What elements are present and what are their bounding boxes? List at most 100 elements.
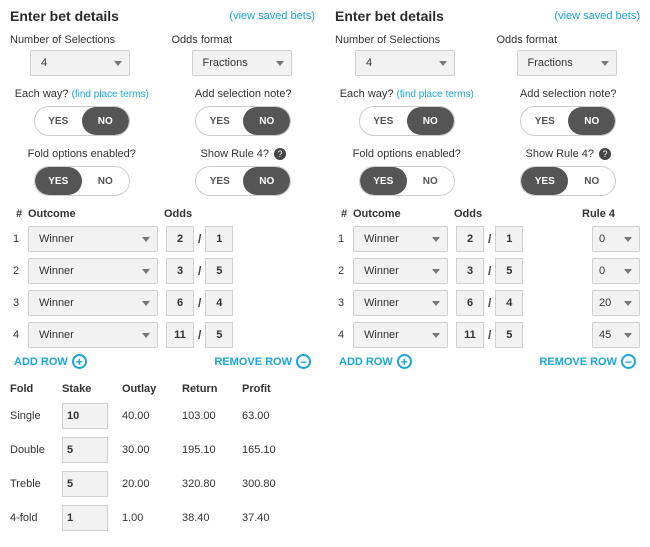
fold-options-toggle-yes[interactable]: YES — [360, 167, 407, 195]
place-terms-link[interactable]: (find place terms) — [72, 89, 149, 100]
odds-numerator-input[interactable] — [166, 322, 194, 348]
odds-numerator-input[interactable] — [456, 226, 484, 252]
odds-denominator-input[interactable] — [495, 258, 523, 284]
add-row-button[interactable]: ADD ROW + — [339, 354, 412, 369]
outcome-select[interactable]: Winner — [28, 290, 158, 316]
each-way-toggle-yes[interactable]: YES — [360, 107, 407, 135]
odds-format-select[interactable]: Fractions — [517, 50, 617, 76]
odds-slash: / — [198, 296, 201, 310]
stake-input[interactable] — [62, 437, 108, 463]
stake-input[interactable] — [62, 403, 108, 429]
add-note-toggle-yes[interactable]: YES — [196, 107, 243, 135]
view-saved-bets-link[interactable]: (view saved bets) — [554, 10, 640, 22]
rule4-select[interactable]: 45 — [592, 322, 640, 348]
add-note-toggle[interactable]: YES NO — [195, 106, 291, 136]
odds-slash: / — [488, 232, 491, 246]
fold-options-label: Fold options enabled? — [353, 148, 461, 160]
odds-format-label: Odds format — [497, 34, 641, 46]
odds-numerator-input[interactable] — [456, 290, 484, 316]
odds-slash: / — [488, 296, 491, 310]
outcome-select[interactable]: Winner — [353, 290, 448, 316]
place-terms-link[interactable]: (find place terms) — [397, 89, 474, 100]
panel-title: Enter bet details — [10, 8, 119, 24]
show-rule4-toggle-yes[interactable]: YES — [521, 167, 568, 195]
outcome-select[interactable]: Winner — [28, 226, 158, 252]
help-icon[interactable]: ? — [274, 148, 286, 160]
col-outcome-header: Outcome — [28, 208, 158, 220]
odds-denominator-input[interactable] — [495, 226, 523, 252]
odds-format-select[interactable]: Fractions — [192, 50, 292, 76]
odds-numerator-input[interactable] — [456, 258, 484, 284]
each-way-toggle-no[interactable]: NO — [82, 107, 129, 135]
fold-row: Treble 20.00 320.80 300.80 — [10, 471, 315, 497]
odds-numerator-input[interactable] — [166, 226, 194, 252]
fold-options-toggle-yes[interactable]: YES — [35, 167, 82, 195]
outcome-select[interactable]: Winner — [353, 226, 448, 252]
fold-options-toggle[interactable]: YES NO — [34, 166, 130, 196]
add-note-toggle[interactable]: YES NO — [520, 106, 616, 136]
remove-row-button[interactable]: REMOVE ROW − — [539, 354, 636, 369]
show-rule4-toggle-no[interactable]: NO — [243, 167, 290, 195]
outcome-select[interactable]: Winner — [353, 258, 448, 284]
return-value: 38.40 — [182, 512, 238, 524]
odds-numerator-input[interactable] — [166, 258, 194, 284]
odds-denominator-input[interactable] — [495, 290, 523, 316]
odds-numerator-input[interactable] — [166, 290, 194, 316]
minus-icon: − — [621, 354, 636, 369]
num-selections-label: Number of Selections — [335, 34, 479, 46]
show-rule4-toggle[interactable]: YES NO — [195, 166, 291, 196]
fold-row: Double 30.00 195.10 165.10 — [10, 437, 315, 463]
return-value: 195.10 — [182, 444, 238, 456]
outcome-select[interactable]: Winner — [353, 322, 448, 348]
fold-options-toggle-no[interactable]: NO — [82, 167, 129, 195]
each-way-label: Each way? — [340, 88, 394, 100]
odds-numerator-input[interactable] — [456, 322, 484, 348]
fold-row: 4-fold 1.00 38.40 37.40 — [10, 505, 315, 531]
fold-name: Single — [10, 410, 58, 422]
odds-denominator-input[interactable] — [205, 322, 233, 348]
show-rule4-label: Show Rule 4? — [526, 148, 595, 160]
return-value: 103.00 — [182, 410, 238, 422]
selection-row: 2 Winner / 0 — [335, 258, 640, 284]
view-saved-bets-link[interactable]: (view saved bets) — [229, 10, 315, 22]
odds-denominator-input[interactable] — [205, 290, 233, 316]
num-selections-select[interactable]: 4 — [355, 50, 455, 76]
rule4-select[interactable]: 0 — [592, 258, 640, 284]
show-rule4-toggle-yes[interactable]: YES — [196, 167, 243, 195]
outcome-select[interactable]: Winner — [28, 322, 158, 348]
fold-name: Double — [10, 444, 58, 456]
plus-icon: + — [397, 354, 412, 369]
add-note-toggle-no[interactable]: NO — [568, 107, 615, 135]
show-rule4-label: Show Rule 4? — [201, 148, 270, 160]
show-rule4-toggle-no[interactable]: NO — [568, 167, 615, 195]
fold-options-toggle-no[interactable]: NO — [407, 167, 454, 195]
fold-options-toggle[interactable]: YES NO — [359, 166, 455, 196]
profit-value: 165.10 — [242, 444, 298, 456]
panel-title: Enter bet details — [335, 8, 444, 24]
odds-denominator-input[interactable] — [205, 226, 233, 252]
each-way-toggle-no[interactable]: NO — [407, 107, 454, 135]
odds-denominator-input[interactable] — [205, 258, 233, 284]
stake-input[interactable] — [62, 505, 108, 531]
show-rule4-toggle[interactable]: YES NO — [520, 166, 616, 196]
add-note-toggle-no[interactable]: NO — [243, 107, 290, 135]
each-way-toggle-yes[interactable]: YES — [35, 107, 82, 135]
odds-denominator-input[interactable] — [495, 322, 523, 348]
fold-name: Treble — [10, 478, 58, 490]
selection-row: 3 Winner / 20 — [335, 290, 640, 316]
selection-row: 2 Winner / — [10, 258, 315, 284]
add-note-toggle-yes[interactable]: YES — [521, 107, 568, 135]
each-way-toggle[interactable]: YES NO — [359, 106, 455, 136]
odds-slash: / — [198, 264, 201, 278]
stake-col-header: Stake — [62, 383, 118, 395]
stake-input[interactable] — [62, 471, 108, 497]
outcome-select[interactable]: Winner — [28, 258, 158, 284]
rule4-select[interactable]: 0 — [592, 226, 640, 252]
num-selections-select[interactable]: 4 — [30, 50, 130, 76]
help-icon[interactable]: ? — [599, 148, 611, 160]
add-row-button[interactable]: ADD ROW + — [14, 354, 87, 369]
rule4-select[interactable]: 20 — [592, 290, 640, 316]
selection-index: 3 — [335, 297, 347, 309]
each-way-toggle[interactable]: YES NO — [34, 106, 130, 136]
remove-row-button[interactable]: REMOVE ROW − — [214, 354, 311, 369]
